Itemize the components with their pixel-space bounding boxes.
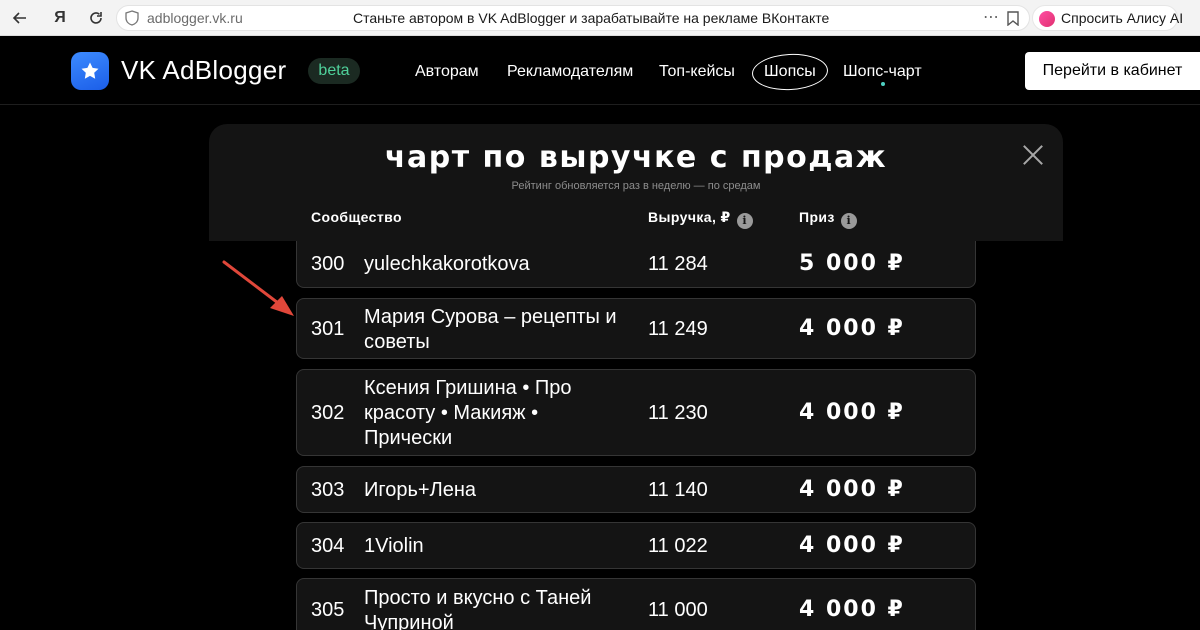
row-community-name: yulechkakorotkova [364, 253, 530, 275]
row-prize: 4 000 ₽ [799, 533, 905, 558]
table-row[interactable]: 302 Ксения Гришина • Про красоту • Макия… [296, 369, 976, 456]
nav-authors[interactable]: Авторам [415, 63, 479, 81]
column-header-prize-label: Приз [799, 209, 835, 225]
row-community-name: Ксения Гришина • Про красоту • Макияж • … [364, 377, 572, 449]
red-arrow-annotation-icon [222, 260, 294, 316]
row-revenue: 11 249 [648, 318, 708, 340]
row-revenue: 11 000 [648, 599, 708, 621]
row-rank: 304 [311, 535, 345, 557]
row-prize: 4 000 ₽ [799, 477, 905, 502]
bookmark-icon[interactable] [1007, 11, 1019, 26]
row-rank: 303 [311, 479, 345, 501]
page-title-text: Станьте автором в VK AdBlogger и зарабат… [353, 10, 830, 26]
vk-adblogger-logo-icon[interactable] [71, 52, 109, 90]
row-revenue: 11 022 [648, 535, 708, 557]
row-community-name: Мария Сурова – рецепты и советы [364, 306, 617, 353]
nav-advertisers[interactable]: Рекламодателям [507, 63, 633, 81]
row-revenue: 11 230 [648, 402, 708, 424]
table-row[interactable]: 301 Мария Сурова – рецепты и советы 11 2… [296, 298, 976, 359]
close-icon[interactable] [1022, 144, 1044, 166]
active-nav-dot [881, 82, 885, 86]
table-row[interactable]: 300 yulechkakorotkova 11 284 5 000 ₽ [296, 241, 976, 288]
chart-table: 300 yulechkakorotkova 11 284 5 000 ₽ 301… [209, 241, 1063, 630]
back-arrow-icon[interactable] [10, 8, 30, 28]
column-header-revenue-label: Выручка, ₽ [648, 209, 731, 225]
modal-subtitle: Рейтинг обновляется раз в неделю — по ср… [511, 180, 761, 192]
row-prize: 4 000 ₽ [799, 400, 905, 425]
chart-modal: чарт по выручке с продаж Рейтинг обновля… [209, 124, 1063, 630]
column-header-community: Сообщество [311, 209, 402, 225]
row-revenue: 11 284 [648, 253, 708, 275]
row-community-name: Игорь+Лена [364, 479, 476, 501]
nav-top-cases[interactable]: Топ-кейсы [659, 63, 735, 81]
row-rank: 302 [311, 402, 345, 424]
table-row[interactable]: 304 1Violin 11 022 4 000 ₽ [296, 522, 976, 569]
column-header-revenue: Выручка, ₽ i [648, 209, 753, 229]
more-icon[interactable]: ⋯ [983, 7, 999, 27]
row-rank: 300 [311, 253, 345, 275]
shield-icon [125, 10, 139, 26]
nav-shops-chart[interactable]: Шопс-чарт [843, 63, 922, 81]
table-row[interactable]: 303 Игорь+Лена 11 140 4 000 ₽ [296, 466, 976, 513]
row-prize: 5 000 ₽ [799, 251, 905, 276]
row-community-name: 1Violin [364, 535, 424, 557]
row-rank: 301 [311, 318, 345, 340]
browser-toolbar: Я adblogger.vk.ru Станьте автором в VK A… [0, 0, 1200, 36]
alice-label: Спросить Алису AI [1061, 10, 1184, 26]
go-to-cabinet-button[interactable]: Перейти в кабинет [1025, 52, 1200, 90]
alice-icon [1039, 11, 1055, 27]
ask-alice-button[interactable]: Спросить Алису AI [1032, 5, 1183, 31]
row-community-name: Просто и вкусно с Таней Чуприной [364, 587, 592, 630]
row-rank: 305 [311, 599, 345, 621]
row-prize: 4 000 ₽ [799, 316, 905, 341]
info-icon[interactable]: i [736, 213, 753, 229]
address-bar[interactable]: adblogger.vk.ru Станьте автором в VK AdB… [116, 5, 1030, 31]
url-text: adblogger.vk.ru [147, 10, 243, 26]
table-row[interactable]: 305 Просто и вкусно с Таней Чуприной 11 … [296, 578, 976, 630]
row-prize: 4 000 ₽ [799, 597, 905, 622]
logo-text[interactable]: VK AdBlogger [121, 55, 287, 86]
site-header: VK AdBlogger beta Авторам Рекламодателям… [0, 36, 1200, 105]
column-header-prize: Приз i [799, 209, 857, 229]
nav-shops[interactable]: Шопсы [764, 63, 816, 81]
reload-icon[interactable] [86, 8, 106, 28]
yandex-icon[interactable]: Я [50, 8, 70, 28]
row-revenue: 11 140 [648, 479, 708, 501]
beta-badge: beta [308, 58, 360, 84]
info-icon[interactable]: i [840, 213, 857, 229]
modal-title: чарт по выручке с продаж [384, 140, 888, 175]
